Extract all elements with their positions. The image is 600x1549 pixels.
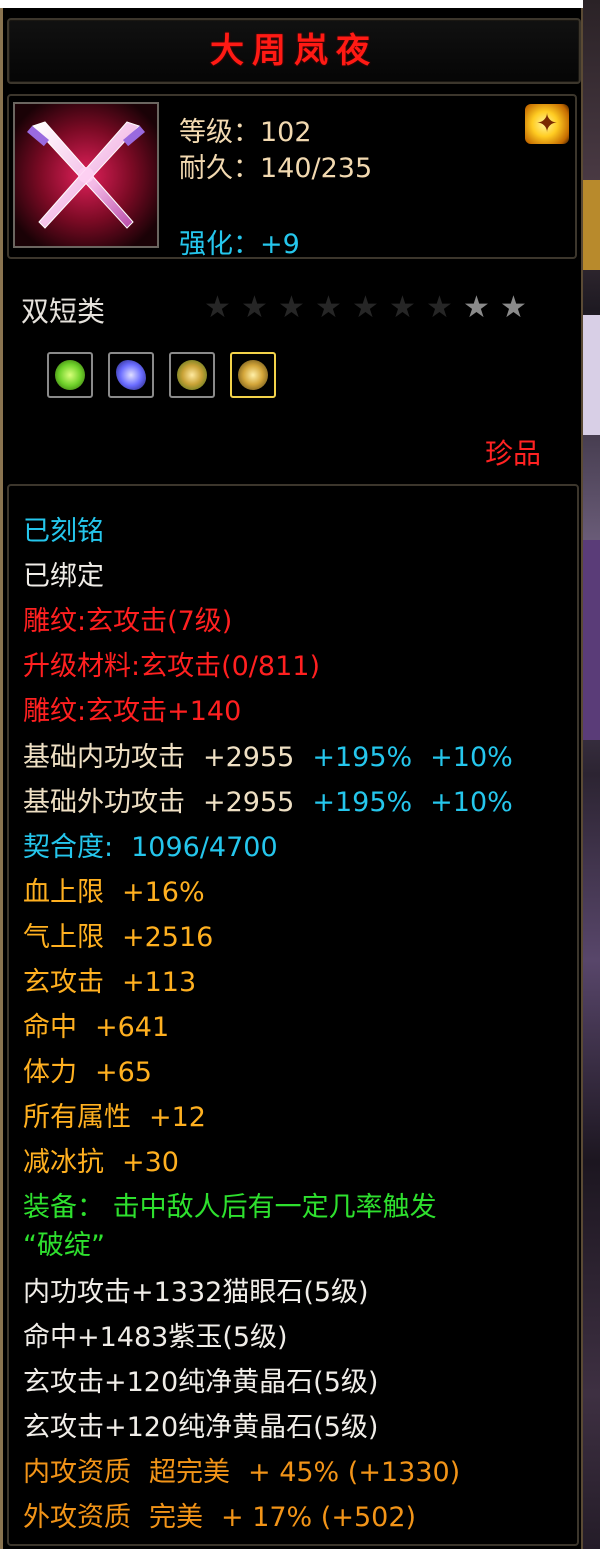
stat-value: +113 [122, 967, 197, 998]
bonus-row: 所有属性 +12 [23, 1102, 206, 1134]
item-enhance: 强化：+9 [179, 229, 300, 260]
fit-degree-row: 契合度: 1096/4700 [23, 832, 278, 864]
base-inner-attack-row: 基础内功攻击 +2955 +195% +10% [23, 742, 513, 774]
upgrade-material: 升级材料:玄攻击(0/811) [23, 651, 320, 682]
socket-line: 内功攻击+1332猫眼石(5级) [23, 1277, 369, 1308]
stat-value: 1096/4700 [131, 832, 278, 863]
aptitude-grade: 超完美 [149, 1457, 230, 1488]
gem-gold-selected-icon[interactable] [230, 352, 276, 398]
stat-label: 命中 [23, 1012, 77, 1043]
star-filled-icon: ★ [500, 290, 527, 325]
star-filled-icon: ★ [463, 290, 490, 325]
background-scene-light-band [583, 315, 600, 435]
background-scene-gold-band [583, 180, 600, 270]
gem-gold-icon[interactable] [169, 352, 215, 398]
base-outer-attack-row: 基础外功攻击 +2955 +195% +10% [23, 787, 513, 819]
star-empty-icon: ★ [389, 290, 416, 325]
stat-value: +30 [122, 1147, 179, 1178]
stat-label: 气上限 [23, 922, 104, 953]
stat-value: +2955 [203, 787, 295, 818]
star-empty-icon: ★ [241, 290, 268, 325]
stat-label: 契合度: [23, 832, 114, 863]
flame-badge-icon[interactable]: ✦ [525, 104, 569, 144]
gem-socket-row [47, 352, 291, 402]
bonus-row: 血上限 +16% [23, 877, 205, 909]
stat-value: +16% [122, 877, 205, 908]
stat-percent: +10% [430, 742, 513, 773]
aptitude-row: 内攻资质 超完美 + 45% (+1330) [23, 1457, 460, 1489]
stat-label: 血上限 [23, 877, 104, 908]
stat-label: 外攻资质 [23, 1502, 131, 1533]
item-category: 双短类 [21, 295, 106, 328]
item-tooltip-panel: 大周岚夜 等级：102 耐久：140/235 强化：+9 ✦ 双短类 ★ ★ ★… [0, 8, 583, 1549]
gem-blue-icon[interactable] [108, 352, 154, 398]
stat-label: 内攻资质 [23, 1457, 131, 1488]
carve-bonus: 雕纹:玄攻击+140 [23, 696, 242, 727]
bonus-row: 玄攻击 +113 [23, 967, 196, 999]
stat-percent: +195% [312, 742, 413, 773]
stat-percent: +195% [312, 787, 413, 818]
stat-label: 基础外功攻击 [23, 787, 185, 818]
stat-percent: +10% [430, 787, 513, 818]
stat-value: +12 [149, 1102, 206, 1133]
item-durability: 耐久：140/235 [179, 153, 373, 184]
star-empty-icon: ★ [352, 290, 379, 325]
gem-green-icon[interactable] [47, 352, 93, 398]
stat-value: +65 [95, 1057, 152, 1088]
aptitude-row: 外攻资质 完美 + 17% (+502) [23, 1502, 416, 1534]
equip-effect-name: “破绽” [23, 1230, 105, 1261]
stat-label: 体力 [23, 1057, 77, 1088]
bound-status: 已绑定 [23, 561, 104, 592]
carve-level: 雕纹:玄攻击(7级) [23, 606, 233, 637]
background-scene-purple-band [583, 540, 600, 740]
bonus-row: 体力 +65 [23, 1057, 152, 1089]
stat-value: + 17% (+502) [221, 1502, 417, 1533]
star-empty-icon: ★ [204, 290, 231, 325]
equip-effect-line: 装备： 击中敌人后有一定几率触发 [23, 1192, 437, 1223]
stat-label: 玄攻击 [23, 967, 104, 998]
stat-value: + 45% (+1330) [248, 1457, 461, 1488]
attributes-box: 已刻铭 已绑定 雕纹:玄攻击(7级) 升级材料:玄攻击(0/811) 雕纹:玄攻… [7, 484, 579, 1546]
stat-label: 所有属性 [23, 1102, 131, 1133]
stat-value: +2516 [122, 922, 214, 953]
bonus-row: 气上限 +2516 [23, 922, 213, 954]
bonus-row: 减冰抗 +30 [23, 1147, 179, 1179]
engraved-status: 已刻铭 [23, 516, 104, 547]
crossed-daggers-icon [15, 104, 157, 246]
stat-value: +641 [95, 1012, 170, 1043]
star-empty-icon: ★ [278, 290, 305, 325]
item-level: 等级：102 [179, 117, 312, 148]
background-scene [583, 0, 600, 1549]
stat-label: 减冰抗 [23, 1147, 104, 1178]
stat-label: 基础内功攻击 [23, 742, 185, 773]
item-name: 大周岚夜 [210, 31, 378, 71]
star-empty-icon: ★ [426, 290, 453, 325]
star-rating: ★ ★ ★ ★ ★ ★ ★ ★ ★ [199, 290, 532, 325]
item-quality: 珍品 [484, 437, 541, 470]
weapon-icon [13, 102, 159, 248]
stat-value: +2955 [203, 742, 295, 773]
aptitude-grade: 完美 [149, 1502, 203, 1533]
socket-line: 命中+1483紫玉(5级) [23, 1322, 288, 1353]
socket-line: 玄攻击+120纯净黄晶石(5级) [23, 1412, 379, 1443]
item-title-bar: 大周岚夜 [7, 18, 581, 84]
item-header-box: 等级：102 耐久：140/235 强化：+9 ✦ [7, 94, 577, 260]
bonus-row: 命中 +641 [23, 1012, 169, 1044]
star-empty-icon: ★ [315, 290, 342, 325]
socket-line: 玄攻击+120纯净黄晶石(5级) [23, 1367, 379, 1398]
